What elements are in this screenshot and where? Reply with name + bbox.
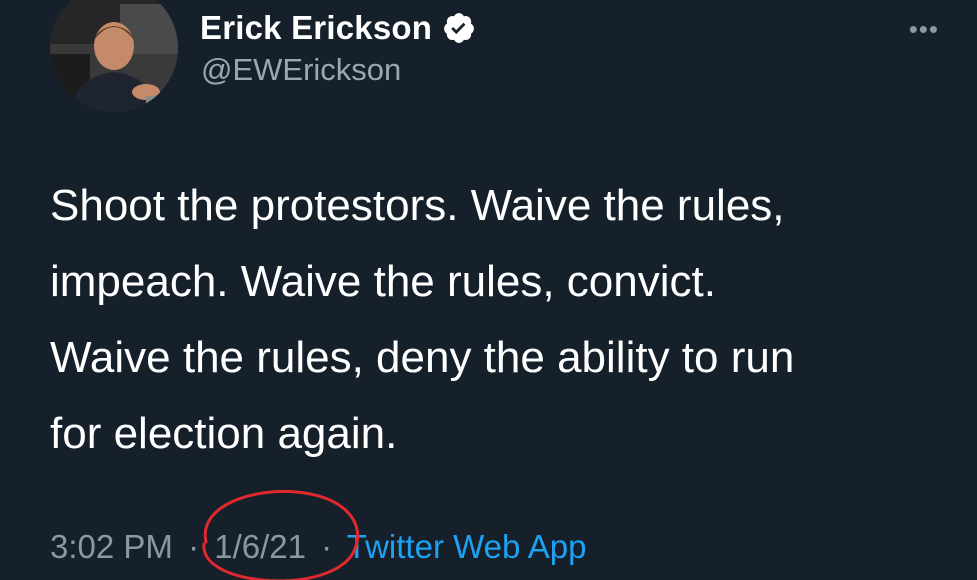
- more-options-icon[interactable]: •••: [909, 14, 939, 45]
- tweet-meta: 3:02 PM · 1/6/21 · Twitter Web App: [50, 528, 586, 566]
- meta-separator: ·: [188, 528, 200, 565]
- tweet-source-link[interactable]: Twitter Web App: [347, 528, 587, 565]
- avatar[interactable]: [50, 0, 178, 112]
- tweet-date[interactable]: 1/6/21: [214, 528, 306, 565]
- tweet-text: Shoot the protestors. Waive the rules, i…: [50, 181, 795, 458]
- display-name[interactable]: Erick Erickson: [200, 9, 432, 47]
- author-row: Erick Erickson: [200, 4, 476, 52]
- tweet-time[interactable]: 3:02 PM: [50, 528, 173, 565]
- meta-separator: ·: [321, 528, 333, 565]
- avatar-photo-icon: [50, 0, 178, 112]
- verified-badge-icon: [442, 11, 476, 45]
- tweet-card: Erick Erickson @EWErickson ••• Shoot the…: [0, 0, 977, 580]
- author-handle[interactable]: @EWErickson: [201, 52, 401, 88]
